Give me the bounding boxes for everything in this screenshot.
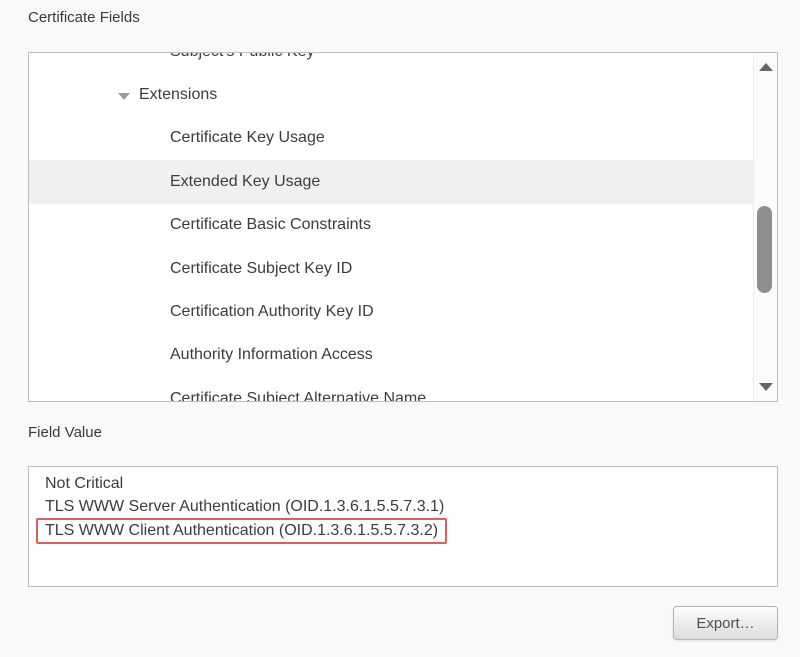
export-button[interactable]: Export… (673, 606, 778, 640)
collapse-triangle-icon[interactable] (118, 93, 130, 100)
tree-rows: Subject's Public Key Extensions Certific… (29, 52, 754, 402)
field-value-line: Not Critical (45, 472, 767, 495)
tree-item-certification-authority-key-id[interactable]: Certification Authority Key ID (29, 290, 754, 333)
field-value-line: TLS WWW Server Authentication (OID.1.3.6… (45, 495, 767, 518)
certificate-fields-label: Certificate Fields (28, 9, 140, 26)
tree-item-label: Extended Key Usage (170, 173, 320, 191)
tree-item-certificate-subject-key-id[interactable]: Certificate Subject Key ID (29, 247, 754, 290)
scroll-up-icon[interactable] (759, 63, 773, 71)
tree-item-label: Certification Authority Key ID (170, 303, 374, 321)
field-value-box[interactable]: Not Critical TLS WWW Server Authenticati… (28, 466, 778, 587)
field-value-line-highlighted: TLS WWW Client Authentication (OID.1.3.6… (45, 518, 767, 545)
field-value-label: Field Value (28, 424, 102, 441)
tree-item-label: Certificate Key Usage (170, 129, 325, 147)
tree-item-label: Authority Information Access (170, 346, 373, 364)
certificate-fields-tree: Subject's Public Key Extensions Certific… (28, 52, 778, 402)
scroll-down-icon[interactable] (759, 383, 773, 391)
tree-item-label: Certificate Subject Key ID (170, 260, 352, 278)
tree-item-label: Subject's Public Key (170, 52, 314, 61)
tree-item-extended-key-usage[interactable]: Extended Key Usage (29, 160, 754, 203)
tree-item-extensions[interactable]: Extensions (29, 73, 754, 116)
tree-item-label: Certificate Basic Constraints (170, 216, 371, 234)
annotation-highlight-box: TLS WWW Client Authentication (OID.1.3.6… (36, 518, 447, 544)
tree-item-authority-information-access[interactable]: Authority Information Access (29, 334, 754, 377)
tree-item-label: Extensions (139, 86, 217, 104)
scrollbar-thumb[interactable] (757, 206, 772, 293)
tree-item-subjects-public-key[interactable]: Subject's Public Key (29, 52, 754, 73)
tree-item-certificate-subject-alternative-name[interactable]: Certificate Subject Alternative Name (29, 377, 754, 402)
tree-item-label: Certificate Subject Alternative Name (170, 390, 426, 402)
tree-scrollbar[interactable] (753, 53, 777, 401)
tree-item-certificate-key-usage[interactable]: Certificate Key Usage (29, 117, 754, 160)
tree-item-certificate-basic-constraints[interactable]: Certificate Basic Constraints (29, 204, 754, 247)
